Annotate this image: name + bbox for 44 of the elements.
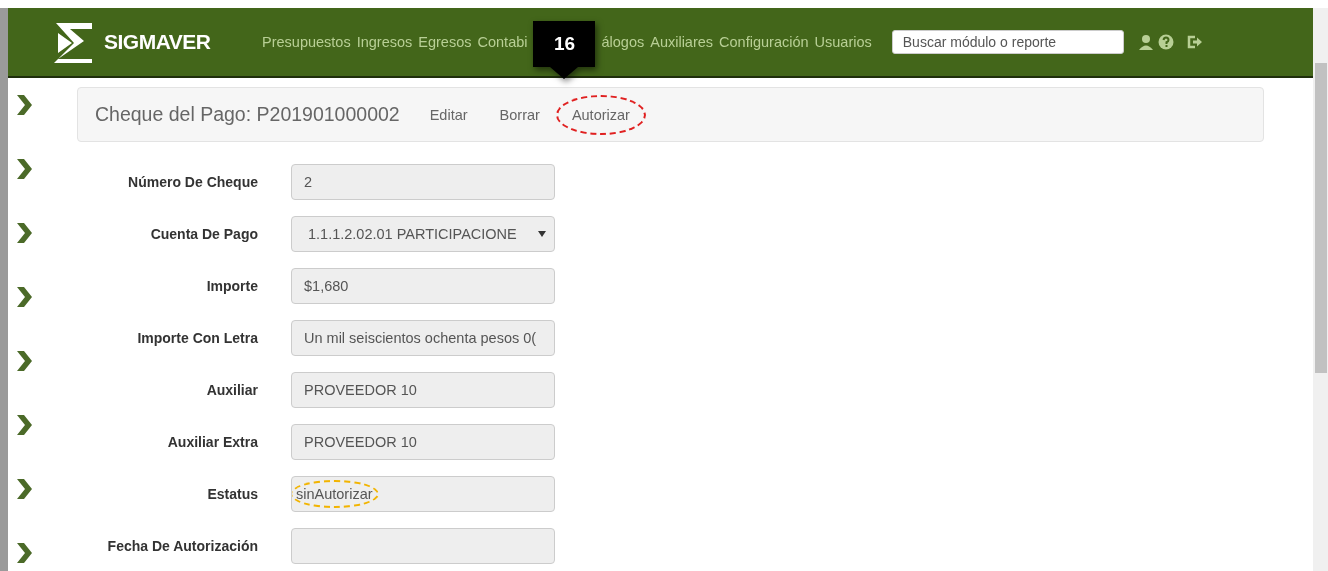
user-icon[interactable] [1137,34,1154,50]
scrollbar[interactable] [1313,8,1328,571]
field-label: Auxiliar Extra [166,434,258,450]
panel-title: Cheque del Pago: P201901000002 [95,103,400,126]
chevron-icon[interactable] [16,222,32,244]
field-label: Auxiliar [205,382,258,398]
chevron-icon[interactable] [16,94,32,116]
select-field[interactable]: 1.1.1.2.02.01 PARTICIPACIONE [291,216,555,252]
nav-link[interactable]: Auxiliares [650,34,714,50]
action-link[interactable]: Editar [429,106,468,123]
input-field[interactable]: sinAutorizar [291,476,555,512]
action-link[interactable]: Autorizar [555,94,646,135]
input-field[interactable]: PROVEEDOR 10 [291,424,555,460]
search-field[interactable]: Buscar módulo o reporte [891,30,1124,54]
chevron-icon[interactable] [16,414,32,436]
field-label: Estatus [206,486,258,502]
input-field[interactable]: Un mil seiscientos ochenta pesos 0( [291,320,555,356]
input-field[interactable]: 2 [291,164,555,200]
nav-link[interactable]: Ingresos [356,34,413,50]
nav-link[interactable]: álogos [601,34,645,50]
logout-icon[interactable] [1185,34,1202,50]
chevron-icon[interactable] [16,158,32,180]
brand-name: SIGMAVER [104,30,211,54]
step-callout: 16 [533,20,596,79]
nav-link[interactable]: Contabi [477,34,528,50]
chevron-icon[interactable] [16,286,32,308]
chevron-icon[interactable] [16,478,32,500]
chevron-icon[interactable] [16,542,32,564]
action-link[interactable]: Borrar [499,106,540,123]
nav-link[interactable]: Configuración [719,34,809,50]
help-icon[interactable] [1157,34,1174,50]
field-label: Importe Con Letra [136,330,258,346]
caret-icon [538,231,546,237]
chevron-icon[interactable] [16,350,32,372]
input-field[interactable]: $1,680 [291,268,555,304]
input-field[interactable]: PROVEEDOR 10 [291,372,555,408]
field-label: Número De Cheque [127,174,258,190]
field-label: Fecha De Autorización [106,538,258,554]
field-label: Cuenta De Pago [149,226,258,242]
nav-link[interactable]: Usuarios [814,34,872,50]
input-field[interactable] [291,528,555,564]
nav-link[interactable]: Presupuestos [262,34,351,50]
nav-link[interactable]: Egresos [418,34,472,50]
field-label: Importe [205,278,258,294]
